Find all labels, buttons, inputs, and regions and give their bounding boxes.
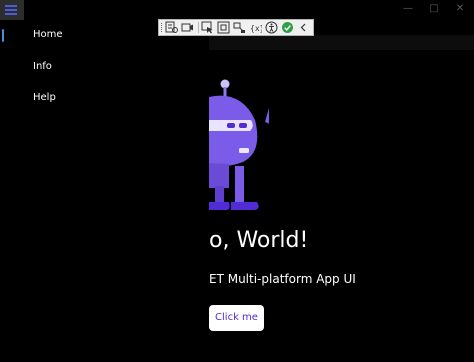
- collapse-toolbar-icon[interactable]: [297, 20, 311, 35]
- go-to-live-visual-tree-icon[interactable]: [165, 20, 179, 35]
- maximize-button[interactable]: □: [421, 0, 447, 18]
- hello-heading: o, World!: [209, 228, 309, 253]
- hamburger-icon-line: [5, 13, 17, 15]
- dotnet-bot-image: [209, 79, 269, 210]
- click-me-button[interactable]: Click me: [209, 305, 264, 331]
- hamburger-menu-button[interactable]: [0, 0, 24, 20]
- binding-failures-icon[interactable]: {x}: [249, 20, 263, 35]
- video-record-icon[interactable]: [181, 20, 195, 35]
- nav-item-label: Help: [33, 92, 56, 103]
- title-bar: — □ ✕: [0, 0, 474, 20]
- welcome-subtitle: ET Multi-platform App UI: [209, 272, 356, 286]
- accessibility-ok-icon[interactable]: [281, 20, 295, 35]
- toolbar-separator: [197, 22, 199, 33]
- track-focused-element-icon[interactable]: [233, 20, 247, 35]
- flyout-menu: Home Info Help: [0, 20, 209, 362]
- content-header-strip: [209, 35, 474, 50]
- minimize-button[interactable]: —: [395, 0, 421, 18]
- close-button[interactable]: ✕: [447, 0, 473, 18]
- hamburger-icon: [5, 5, 17, 7]
- nav-item-label: Home: [33, 29, 63, 40]
- hamburger-icon-line: [5, 9, 17, 11]
- select-element-icon[interactable]: [201, 20, 215, 35]
- nav-item-info[interactable]: Info: [0, 52, 209, 83]
- display-layout-adorners-icon[interactable]: [217, 20, 231, 35]
- scan-accessibility-icon[interactable]: [265, 20, 279, 35]
- svg-text:{x}: {x}: [250, 24, 262, 33]
- xaml-debug-toolbar: {x}: [158, 19, 314, 36]
- main-content: o, World! ET Multi-platform App UI Click…: [209, 50, 474, 362]
- nav-item-label: Info: [33, 61, 52, 72]
- toolbar-grip-handle[interactable]: [159, 20, 165, 35]
- app-window: — □ ✕ Home Info Help o, World! ET Multi-…: [0, 0, 474, 362]
- nav-item-help[interactable]: Help: [0, 83, 209, 114]
- selection-indicator: [2, 29, 4, 42]
